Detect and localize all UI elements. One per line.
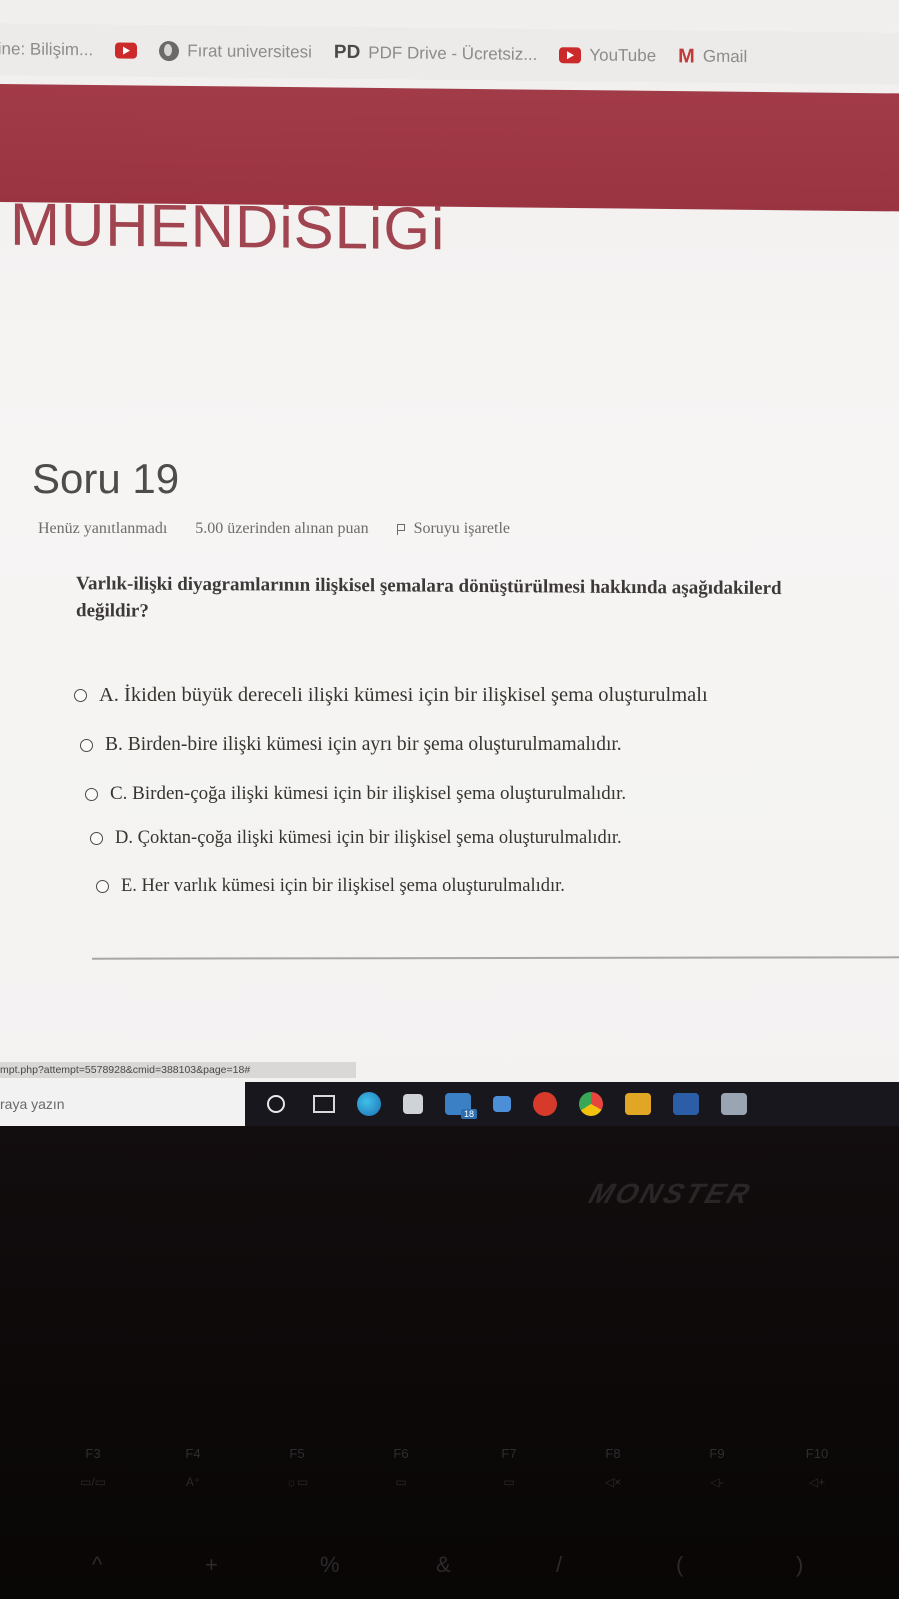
mail-count-badge: 18 (460, 1109, 477, 1119)
key-f7[interactable]: F7 ▭ (474, 1446, 544, 1489)
word-icon[interactable] (673, 1093, 699, 1115)
app-icon[interactable] (493, 1096, 511, 1112)
key-plus[interactable]: + (205, 1552, 218, 1578)
store-icon[interactable] (403, 1094, 423, 1114)
key-slash[interactable]: / (556, 1552, 562, 1578)
key-close-paren[interactable]: ) (796, 1552, 803, 1578)
file-explorer-icon[interactable] (625, 1093, 651, 1115)
windows-taskbar: raya yazın 18 (0, 1082, 899, 1126)
answer-label: A. İkiden büyük dereceli ilişki kümesi i… (99, 684, 708, 706)
answer-label: D. Çoktan-çoğa ilişki kümesi için bir il… (115, 828, 622, 848)
key-f4[interactable]: F4 A⁺ (158, 1446, 228, 1489)
key-label: F4 (185, 1446, 201, 1461)
answer-option-d[interactable]: D. Çoktan-çoğa ilişki kümesi için bir il… (90, 828, 622, 849)
task-view-icon[interactable] (313, 1095, 335, 1113)
key-sub-label: ◁× (604, 1475, 622, 1489)
key-sub-label: ◁- (710, 1475, 724, 1489)
monitor-screen: line: Bilişim... Fırat universitesi PD P… (0, 0, 899, 1125)
key-label: F5 (289, 1446, 305, 1461)
key-ampersand[interactable]: & (436, 1552, 451, 1578)
answer-option-c[interactable]: C. Birden-çoğa ilişki kümesi için bir il… (85, 783, 626, 805)
answer-label: C. Birden-çoğa ilişki kümesi için bir il… (110, 783, 627, 804)
radio-button[interactable] (74, 689, 87, 702)
chrome-icon[interactable] (579, 1092, 603, 1116)
key-sub-label: ▭ (503, 1475, 515, 1489)
key-sub-label: ◁+ (808, 1475, 826, 1489)
answer-label: B. Birden-bire ilişki kümesi için ayrı b… (105, 734, 622, 755)
key-f3[interactable]: F3 ▭/▭ (58, 1446, 128, 1489)
status-bar-url: mpt.php?attempt=5578928&cmid=388103&page… (0, 1062, 356, 1078)
key-label: F3 (85, 1446, 101, 1461)
brand-logo: MONSTER (585, 1178, 757, 1209)
key-open-paren[interactable]: ( (676, 1552, 683, 1578)
key-f8[interactable]: F8 ◁× (578, 1446, 648, 1489)
answer-option-b[interactable]: B. Birden-bire ilişki kümesi için ayrı b… (80, 734, 622, 756)
search-placeholder: raya yazın (0, 1096, 65, 1112)
key-f10[interactable]: F10 ◁+ (782, 1446, 852, 1489)
answer-option-a[interactable]: A. İkiden büyük dereceli ilişki kümesi i… (74, 684, 708, 707)
radio-button[interactable] (96, 880, 109, 893)
key-label: F8 (605, 1446, 621, 1461)
key-label: F9 (709, 1446, 725, 1461)
key-caret[interactable]: ^ (92, 1552, 102, 1578)
radio-button[interactable] (85, 787, 98, 801)
photos-icon[interactable] (721, 1093, 747, 1115)
radio-button[interactable] (90, 832, 103, 845)
key-percent[interactable]: % (320, 1552, 340, 1578)
laptop-body (0, 1126, 899, 1599)
cortana-icon[interactable] (267, 1095, 285, 1113)
key-label: F7 (501, 1446, 517, 1461)
mail-icon[interactable]: 18 (445, 1093, 477, 1119)
radio-button[interactable] (80, 738, 93, 752)
opera-icon[interactable] (533, 1092, 557, 1116)
key-sub-label: ▭/▭ (79, 1475, 106, 1489)
key-sub-label: ▭ (395, 1475, 407, 1489)
key-f5[interactable]: F5 ☼▭ (262, 1446, 332, 1489)
key-f6[interactable]: F6 ▭ (366, 1446, 436, 1489)
edge-icon[interactable] (357, 1092, 381, 1116)
answer-option-e[interactable]: E. Her varlık kümesi için bir ilişkisel … (96, 876, 565, 897)
key-sub-label: ☼▭ (285, 1475, 309, 1489)
key-sub-label: A⁺ (185, 1475, 201, 1489)
key-label: F6 (393, 1446, 409, 1461)
taskbar-search-input[interactable]: raya yazın (0, 1082, 245, 1126)
answer-label: E. Her varlık kümesi için bir ilişkisel … (121, 876, 565, 896)
key-f9[interactable]: F9 ◁- (682, 1446, 752, 1489)
key-label: F10 (805, 1446, 829, 1461)
